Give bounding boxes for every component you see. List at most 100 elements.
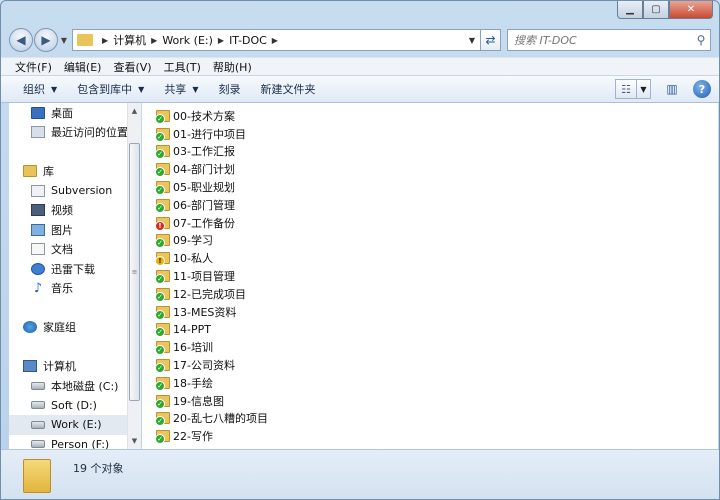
scroll-up-arrow[interactable]: ▲ — [128, 103, 141, 119]
folder-icon: ✓ — [155, 163, 170, 178]
svn-normal-icon: ✓ — [155, 149, 165, 160]
download-icon — [31, 262, 45, 275]
folder-name: 16-培训 — [173, 341, 213, 355]
view-options-dropdown[interactable]: ▼ — [637, 79, 651, 99]
folder-icon: ✓ — [155, 270, 170, 285]
help-button[interactable]: ? — [693, 80, 711, 98]
folder-row-10[interactable]: ! 10-私人 — [142, 249, 718, 267]
nav-item-label: 迅雷下载 — [51, 262, 95, 276]
navigation-pane: 桌面 最近访问的位置 库 Subversion 视频 图片 文档 迅雷下载 ♪ 音… — [9, 103, 127, 449]
folder-row-16[interactable]: ✓ 16-培训 — [142, 338, 718, 356]
search-icon[interactable]: ⚲ — [692, 33, 710, 47]
refresh-button[interactable]: ⇄ — [481, 29, 501, 51]
scrollbar-thumb[interactable]: ≡ — [129, 143, 140, 401]
folder-icon — [23, 458, 51, 493]
chevron-right-icon[interactable]: ▶ — [218, 36, 224, 45]
file-list: ✓ 00-技术方案 ✓ 01-进行中项目 ✓ 03-工作汇报 ✓ 04-部门计划 ✓ 05… — [142, 103, 718, 449]
view-list-icon: ☷ — [621, 82, 631, 96]
share-button[interactable]: 共享 ▼ — [154, 81, 208, 97]
nav-item-drive-e[interactable]: Work (E:) — [9, 415, 127, 435]
folder-row-11[interactable]: ✓ 11-项目管理 — [142, 267, 718, 285]
nav-item-label: Soft (D:) — [51, 398, 97, 412]
folder-row-14[interactable]: ✓ 14-PPT — [142, 321, 718, 339]
preview-pane-button[interactable]: ▥ — [661, 79, 683, 99]
menu-edit[interactable]: 编辑(E) — [58, 59, 108, 75]
include-in-library-label: 包含到库中 — [77, 83, 133, 96]
close-button[interactable]: ✕ — [669, 1, 713, 19]
menu-help[interactable]: 帮助(H) — [207, 59, 258, 75]
nav-item-documents[interactable]: 文档 — [9, 240, 127, 260]
search-input[interactable] — [514, 33, 692, 47]
nav-item-music[interactable]: ♪ 音乐 — [9, 279, 127, 299]
recent-pages-dropdown[interactable]: ▼ — [58, 36, 70, 45]
svn-normal-icon: ✓ — [155, 131, 165, 142]
breadcrumb-computer[interactable]: 计算机 — [113, 32, 146, 48]
nav-item-homegroup[interactable]: 家庭组 — [9, 318, 127, 338]
nav-item-videos[interactable]: 视频 — [9, 201, 127, 221]
folder-name: 07-工作备份 — [173, 216, 235, 230]
folder-row-06[interactable]: ✓ 06-部门管理 — [142, 196, 718, 214]
folder-row-13[interactable]: ✓ 13-MES资料 — [142, 303, 718, 321]
maximize-button[interactable]: ▢ — [643, 1, 669, 19]
folder-name: 01-进行中项目 — [173, 127, 246, 141]
forward-button[interactable]: ▶ — [34, 28, 58, 52]
menu-view[interactable]: 查看(V) — [107, 59, 157, 75]
folder-row-07[interactable]: ! 07-工作备份 — [142, 214, 718, 232]
svn-normal-icon: ✓ — [155, 309, 165, 320]
nav-item-libraries[interactable]: 库 — [9, 162, 127, 182]
nav-item-pictures[interactable]: 图片 — [9, 220, 127, 240]
menu-tools[interactable]: 工具(T) — [158, 59, 207, 75]
breadcrumb-it-doc[interactable]: IT-DOC — [229, 34, 267, 47]
folder-row-22[interactable]: ✓ 22-写作 — [142, 427, 718, 445]
svn-normal-icon: ✓ — [155, 274, 165, 285]
minimize-button[interactable]: ▁ — [617, 1, 643, 19]
folder-row-00[interactable]: ✓ 00-技术方案 — [142, 107, 718, 125]
scroll-down-arrow[interactable]: ▼ — [128, 433, 141, 449]
folder-icon: ✓ — [155, 198, 170, 213]
search-box[interactable]: ⚲ — [507, 29, 711, 51]
folder-row-04[interactable]: ✓ 04-部门计划 — [142, 160, 718, 178]
burn-button[interactable]: 刻录 — [208, 81, 250, 97]
nav-item-xunlei-downloads[interactable]: 迅雷下载 — [9, 259, 127, 279]
change-view-button[interactable]: ☷ — [615, 79, 637, 99]
dropdown-arrow-icon: ▼ — [138, 84, 145, 94]
folder-row-03[interactable]: ✓ 03-工作汇报 — [142, 143, 718, 161]
include-in-library-button[interactable]: 包含到库中 ▼ — [67, 81, 154, 97]
address-bar[interactable]: ▶ 计算机 ▶ Work (E:) ▶ IT-DOC ▶ ▼ — [72, 29, 481, 51]
chevron-right-icon[interactable]: ▶ — [102, 36, 108, 45]
nav-item-computer[interactable]: 计算机 — [9, 357, 127, 377]
menu-file[interactable]: 文件(F) — [9, 59, 58, 75]
nav-item-recent-places[interactable]: 最近访问的位置 — [9, 123, 127, 143]
folder-icon: ✓ — [155, 394, 170, 409]
nav-item-subversion[interactable]: Subversion — [9, 181, 127, 201]
share-label: 共享 — [164, 83, 187, 96]
folder-row-17[interactable]: ✓ 17-公司资料 — [142, 356, 718, 374]
folder-icon: ✓ — [155, 376, 170, 391]
nav-item-drive-c[interactable]: 本地磁盘 (C:) — [9, 376, 127, 396]
nav-item-drive-d[interactable]: Soft (D:) — [9, 396, 127, 416]
folder-row-12[interactable]: ✓ 12-已完成项目 — [142, 285, 718, 303]
folder-row-05[interactable]: ✓ 05-职业规划 — [142, 178, 718, 196]
folder-row-18[interactable]: ✓ 18-手绘 — [142, 374, 718, 392]
nav-item-drive-f[interactable]: Person (F:) — [9, 435, 127, 449]
folder-row-09[interactable]: ✓ 09-学习 — [142, 232, 718, 250]
svn-normal-icon: ✓ — [155, 167, 165, 178]
folder-row-01[interactable]: ✓ 01-进行中项目 — [142, 125, 718, 143]
folder-row-19[interactable]: ✓ 19-信息图 — [142, 392, 718, 410]
folder-name: 03-工作汇报 — [173, 145, 235, 159]
chevron-right-icon[interactable]: ▶ — [272, 36, 278, 45]
new-folder-button[interactable]: 新建文件夹 — [250, 81, 325, 97]
folder-row-20[interactable]: ✓ 20-乱七八糟的项目 — [142, 410, 718, 428]
breadcrumb-work-drive[interactable]: Work (E:) — [162, 34, 213, 47]
organize-button[interactable]: 组织 ▼ — [13, 81, 67, 97]
organize-label: 组织 — [23, 83, 45, 96]
address-history-dropdown[interactable]: ▼ — [464, 30, 480, 50]
back-button[interactable]: ◀ — [9, 28, 33, 52]
navigation-scrollbar[interactable]: ▲ ≡ ▼ — [127, 103, 141, 449]
nav-item-desktop[interactable]: 桌面 — [9, 103, 127, 123]
svn-normal-icon: ✓ — [155, 434, 165, 445]
folder-icon — [77, 34, 93, 46]
chevron-right-icon[interactable]: ▶ — [151, 36, 157, 45]
folder-name: 00-技术方案 — [173, 109, 235, 123]
